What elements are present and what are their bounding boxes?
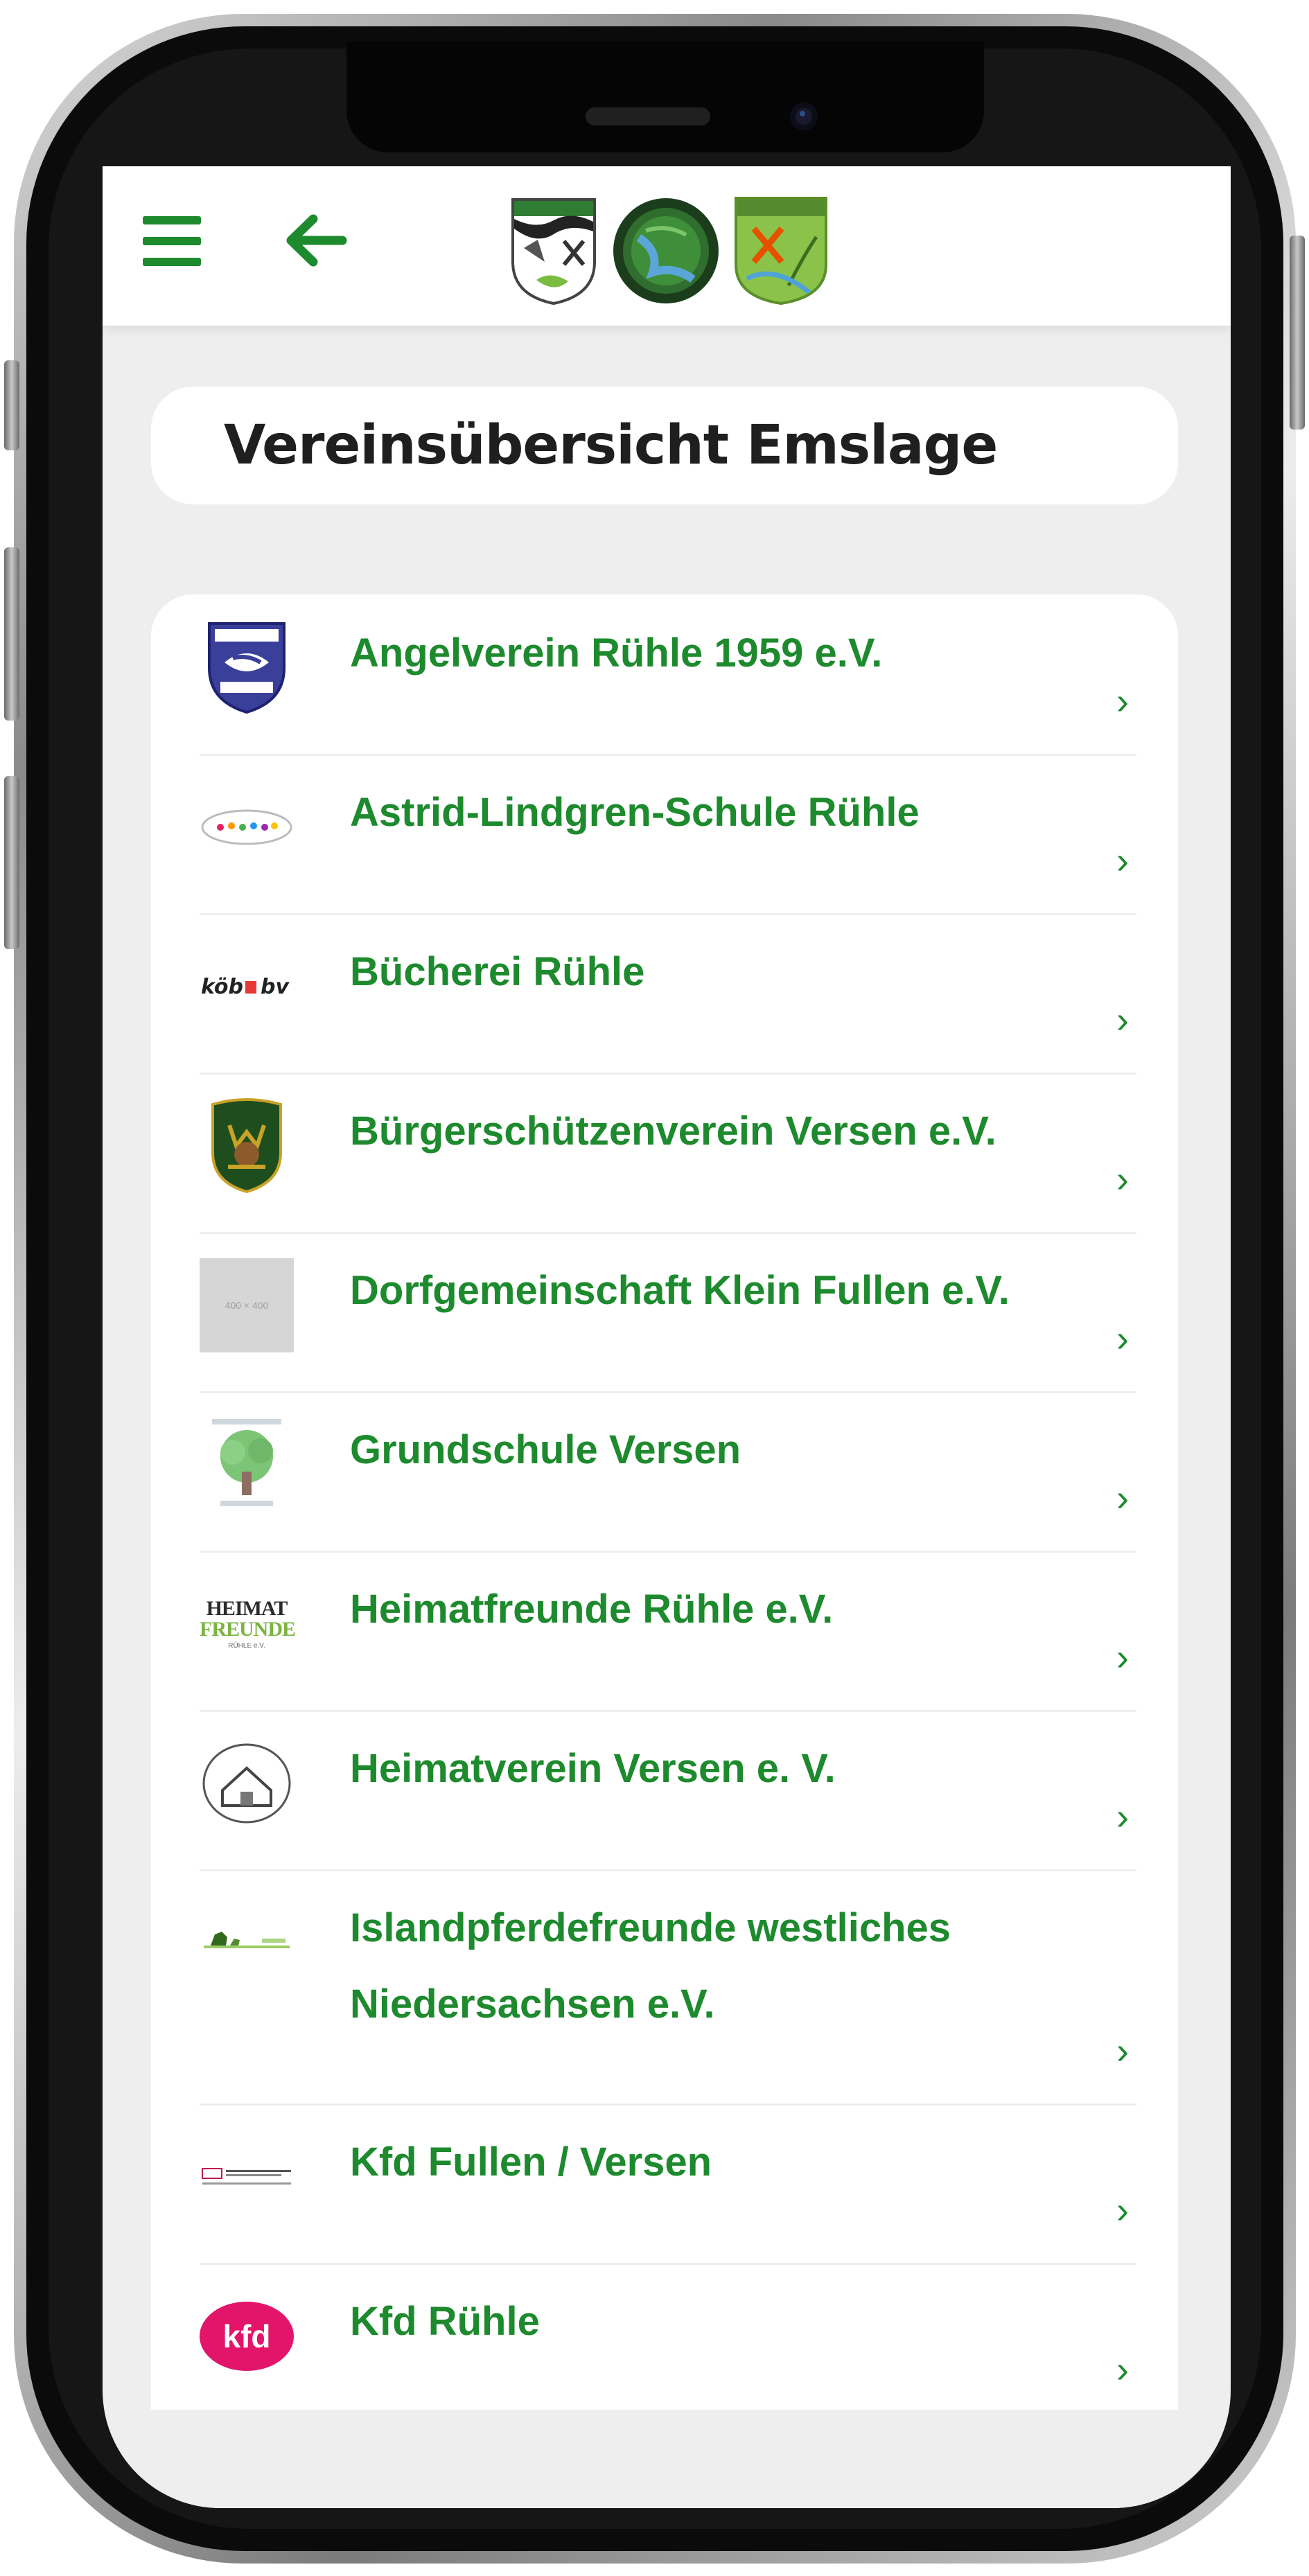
village-crest-3-icon [735, 197, 827, 306]
svg-text:bv: bv [261, 975, 290, 999]
volume-down-button [4, 776, 19, 949]
schuetzen-crest-icon [200, 1097, 294, 1194]
chevron-right-icon: › [1116, 840, 1129, 881]
chevron-right-icon: › [1116, 999, 1129, 1041]
heimatfreunde-logo-icon: HEIMAT FREUNDE RÜHLE e.V. [200, 1576, 296, 1673]
club-list: Angelverein Rühle 1959 e.V. › Astrid-Lin… [151, 594, 1178, 2508]
list-item-buecherei[interactable]: köb bv Bücherei Rühle › [200, 913, 1136, 1075]
list-item-label: Dorfgemeinschaft Klein Fullen e.V. [350, 1268, 1010, 1313]
earpiece-speaker [586, 107, 710, 125]
chevron-right-icon: › [1116, 1796, 1129, 1837]
hamburger-menu-icon[interactable] [143, 216, 201, 266]
list-item-angelverein[interactable]: Angelverein Rühle 1959 e.V. › [200, 594, 1136, 756]
placeholder-image-icon: 400 × 400 [200, 1257, 294, 1354]
arrow-left-icon[interactable] [281, 209, 348, 272]
header-logos [509, 195, 829, 306]
list-item-kfd-fullen-versen[interactable]: Kfd Fullen / Versen › [200, 2103, 1136, 2265]
list-item-label: Bürgerschützenverein Versen e.V. [350, 1109, 996, 1154]
kfd-logo-icon: kfd [200, 2288, 294, 2385]
heimatfreunde-logo-line-3: RÜHLE e.V. [228, 1642, 265, 1650]
volume-up-button [4, 547, 19, 721]
front-camera [790, 103, 818, 130]
chevron-right-icon: › [1116, 2189, 1129, 2231]
chevron-right-icon: › [1116, 2030, 1129, 2072]
list-item-label: Kfd Rühle [350, 2299, 540, 2344]
list-item-dorfgemeinschaft[interactable]: 400 × 400 Dorfgemeinschaft Klein Fullen … [200, 1232, 1136, 1393]
chevron-right-icon: › [1116, 1477, 1129, 1519]
app-screen: Vereinsübersicht Emslage Angelverein Rüh… [103, 166, 1231, 2508]
list-item-label: Bücherei Rühle [350, 949, 645, 994]
list-item-islandpferdefreunde[interactable]: Islandpferdefreunde westliches Niedersac… [200, 1869, 1136, 2106]
village-crest-2-icon [613, 198, 719, 303]
kfd-fullen-logo-icon [200, 2128, 294, 2225]
list-item-label: Angelverein Rühle 1959 e.V. [350, 630, 883, 676]
heimatfreunde-logo-line-2: FREUNDE [200, 1618, 296, 1641]
list-item-label: Grundschule Versen [350, 1427, 741, 1472]
list-item-grundschule-versen[interactable]: Grundschule Versen › [200, 1391, 1136, 1553]
village-crest-1-icon [511, 198, 596, 306]
chevron-right-icon: › [1116, 1158, 1129, 1200]
heimatfreunde-logo-line-1: HEIMAT [206, 1597, 288, 1620]
chevron-right-icon: › [1116, 2349, 1129, 2390]
heimatverein-logo-icon [200, 1735, 294, 1832]
chevron-right-icon: › [1116, 680, 1129, 722]
phone-notch [346, 42, 984, 152]
chevron-right-icon: › [1116, 1318, 1129, 1359]
list-item-heimatfreunde[interactable]: HEIMAT FREUNDE RÜHLE e.V. Heimatfreunde … [200, 1551, 1136, 1712]
list-item-buergerschuetzenverein[interactable]: Bürgerschützenverein Versen e.V. › [200, 1073, 1136, 1234]
list-item-label: Heimatverein Versen e. V. [350, 1746, 836, 1791]
page-title-card: Vereinsübersicht Emslage [151, 387, 1178, 504]
app-header [103, 166, 1231, 326]
list-item-label: Astrid-Lindgren-Schule Rühle [350, 790, 920, 835]
mute-switch [4, 360, 19, 450]
angelverein-logo-icon [200, 619, 294, 716]
list-item-heimatverein-versen[interactable]: Heimatverein Versen e. V. › [200, 1710, 1136, 1871]
list-item-label: Heimatfreunde Rühle e.V. [350, 1587, 834, 1632]
page-title: Vereinsübersicht Emslage [224, 414, 998, 477]
screen-bottom-area [103, 2410, 1231, 2508]
list-item-astrid-lindgren-schule[interactable]: Astrid-Lindgren-Schule Rühle › [200, 754, 1136, 915]
school-logo-icon [200, 779, 294, 876]
list-item-label: Islandpferdefreunde westliches Niedersac… [350, 1905, 951, 2027]
tree-logo-icon [200, 1416, 294, 1513]
placeholder-image-label: 400 × 400 [225, 1300, 269, 1311]
list-item-kfd-ruehle[interactable]: kfd Kfd Rühle › [200, 2263, 1136, 2422]
list-item-label: Kfd Fullen / Versen [350, 2140, 712, 2185]
chevron-right-icon: › [1116, 1637, 1129, 1678]
power-button [1290, 236, 1305, 430]
svg-text:köb: köb [201, 975, 243, 999]
islandpferde-logo-icon [200, 1894, 294, 1991]
kfd-logo-text: kfd [222, 2318, 271, 2354]
koeb-bv-logo-icon: köb bv [200, 938, 294, 1035]
